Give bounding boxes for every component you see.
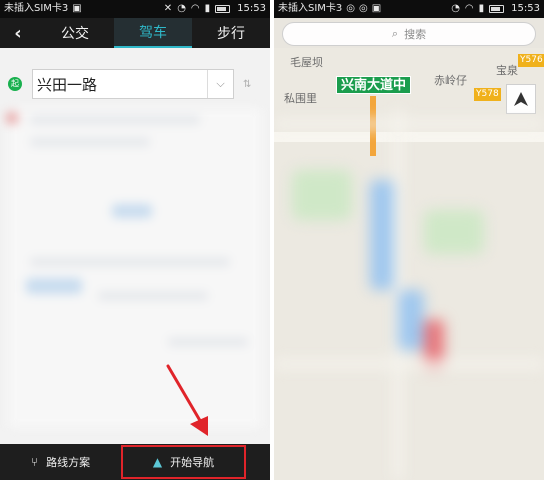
blurred-route-content xyxy=(6,108,262,428)
chevron-left-icon: ‹ xyxy=(14,22,22,44)
blurred-blob xyxy=(26,278,82,294)
route-fork-icon: ⑂ xyxy=(30,455,39,469)
blurred-line xyxy=(168,338,248,346)
start-navigation-label: 开始导航 xyxy=(170,456,215,469)
status-bar: 未插入SIM卡3 ◎ ◎ ▣ ◔ ◠ ▮ 15:53 xyxy=(274,0,544,18)
signal-icon: ▮ xyxy=(204,3,211,14)
tab-bus[interactable]: 公交 xyxy=(36,18,114,48)
status-time: 15:53 xyxy=(511,3,540,14)
map-label: 私围里 xyxy=(284,92,317,105)
map-screen: 未插入SIM卡3 ◎ ◎ ▣ ◔ ◠ ▮ 15:53 毛屋坝 赤岭仔 宝泉 私围… xyxy=(274,0,544,480)
blurred-park xyxy=(424,210,484,254)
map-label: 宝泉 xyxy=(496,64,518,77)
map-search-bar[interactable]: ⌕ 搜索 xyxy=(282,22,536,46)
blurred-road xyxy=(274,120,544,128)
road-badge: Y576 xyxy=(518,54,544,67)
chevron-down-icon: ⌵ xyxy=(216,77,225,90)
blurred-park xyxy=(292,170,352,220)
origin-value: 兴田一路 xyxy=(37,75,98,94)
route-planning-screen: 未插入SIM卡3 ▣ ✕ ◔ ◠ ▮ 15:53 ‹ 公交 驾车 步行 起 兴田… xyxy=(0,0,270,480)
blurred-marker xyxy=(6,112,18,124)
start-navigation-button[interactable]: ▲ 开始导航 xyxy=(121,445,246,479)
blurred-blob xyxy=(112,204,152,218)
search-placeholder: 搜索 xyxy=(404,28,427,41)
status-time: 15:53 xyxy=(237,3,266,14)
status-icons: ✕ ◔ ◠ ▮ 15:53 xyxy=(164,0,266,18)
alarm-icon: ◔ xyxy=(177,3,186,14)
blurred-water xyxy=(398,290,424,350)
image-notification-icon: ▣ xyxy=(72,3,82,14)
route-plan-button[interactable]: ⑂ 路线方案 xyxy=(0,444,121,480)
notification-icon: ◎ xyxy=(346,3,356,14)
signal-icon: ▮ xyxy=(478,3,485,14)
back-button[interactable]: ‹ xyxy=(0,18,36,48)
notification-icon: ◎ xyxy=(359,3,368,14)
origin-input[interactable]: 兴田一路 ⌵ xyxy=(32,69,234,99)
blurred-line xyxy=(98,292,208,300)
tab-drive[interactable]: 驾车 xyxy=(114,18,192,48)
map-label: 赤岭仔 xyxy=(434,74,467,87)
map-label: 毛屋坝 xyxy=(290,56,323,69)
origin-row: 起 兴田一路 ⌵ ⇅ xyxy=(0,66,270,102)
blurred-line xyxy=(30,116,200,124)
swap-icon[interactable]: ⇅ xyxy=(243,79,251,90)
blurred-line xyxy=(30,258,230,266)
wifi-icon: ◠ xyxy=(464,3,474,14)
road-badge: Y578 xyxy=(474,88,501,101)
image-notification-icon: ▣ xyxy=(371,3,382,14)
search-icon: ⌕ xyxy=(391,27,399,40)
origin-dropdown-button[interactable]: ⌵ xyxy=(207,70,233,98)
blurred-line xyxy=(30,138,150,146)
route-plan-label: 路线方案 xyxy=(46,456,91,469)
carrier-text: 未插入SIM卡3 xyxy=(4,3,69,14)
tab-walk[interactable]: 步行 xyxy=(192,18,270,48)
blurred-map-area xyxy=(274,110,544,480)
map-view[interactable]: 毛屋坝 赤岭仔 宝泉 私围里 Y576 Y578 兴南大道中 xyxy=(274,48,544,480)
wifi-icon: ◠ xyxy=(190,3,200,14)
start-pin-icon: 起 xyxy=(8,77,22,91)
carrier-text: 未插入SIM卡3 xyxy=(278,3,343,14)
place-tag[interactable]: 兴南大道中 xyxy=(336,76,412,94)
annotation-arrow-icon xyxy=(166,364,208,436)
status-icons: ◔ ◠ ▮ 15:53 xyxy=(451,0,540,18)
blurred-road xyxy=(274,360,544,368)
blurred-water xyxy=(370,180,394,290)
bottom-action-bar: ⑂ 路线方案 ▲ 开始导航 xyxy=(0,444,270,480)
battery-icon xyxy=(489,5,505,13)
compass-icon xyxy=(514,92,528,106)
status-bar: 未插入SIM卡3 ▣ ✕ ◔ ◠ ▮ 15:53 xyxy=(0,0,270,18)
alarm-icon: ◔ xyxy=(451,3,460,14)
navigation-arrow-icon: ▲ xyxy=(152,455,163,469)
mute-icon: ✕ xyxy=(163,3,173,14)
transport-mode-tabs: ‹ 公交 驾车 步行 xyxy=(0,18,270,48)
battery-icon xyxy=(215,5,231,13)
